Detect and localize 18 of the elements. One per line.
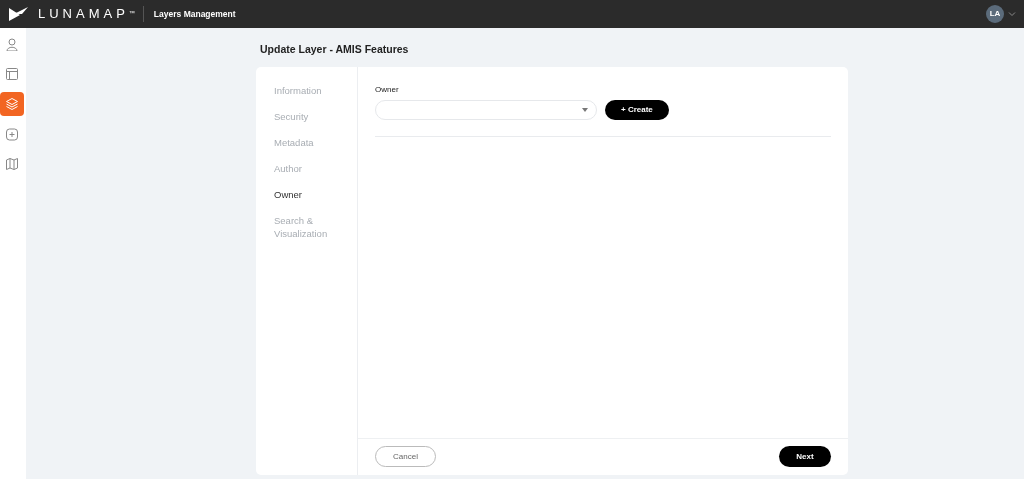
logo-icon [8, 6, 30, 22]
user-avatar[interactable]: LA [986, 5, 1004, 23]
section-title: Layers Management [142, 6, 236, 22]
user-icon [5, 37, 19, 51]
layers-icon [5, 97, 19, 111]
dropdown-caret-icon [582, 107, 588, 112]
sidebar-item[interactable] [0, 92, 24, 116]
next-button[interactable]: Next [779, 446, 831, 468]
cancel-button[interactable]: Cancel [375, 446, 436, 468]
step-tab[interactable]: Owner [274, 187, 344, 201]
page-title: Update Layer - AMIS Features [260, 42, 410, 57]
map-icon [5, 157, 19, 171]
layout-icon [5, 67, 19, 81]
chevron-down-icon[interactable] [1008, 11, 1016, 17]
create-button[interactable]: + Create [605, 99, 669, 120]
field-label: Owner [375, 83, 400, 96]
add-icon [5, 127, 19, 141]
brand-logo: LUNAMAP$^{™}$ [38, 5, 135, 24]
